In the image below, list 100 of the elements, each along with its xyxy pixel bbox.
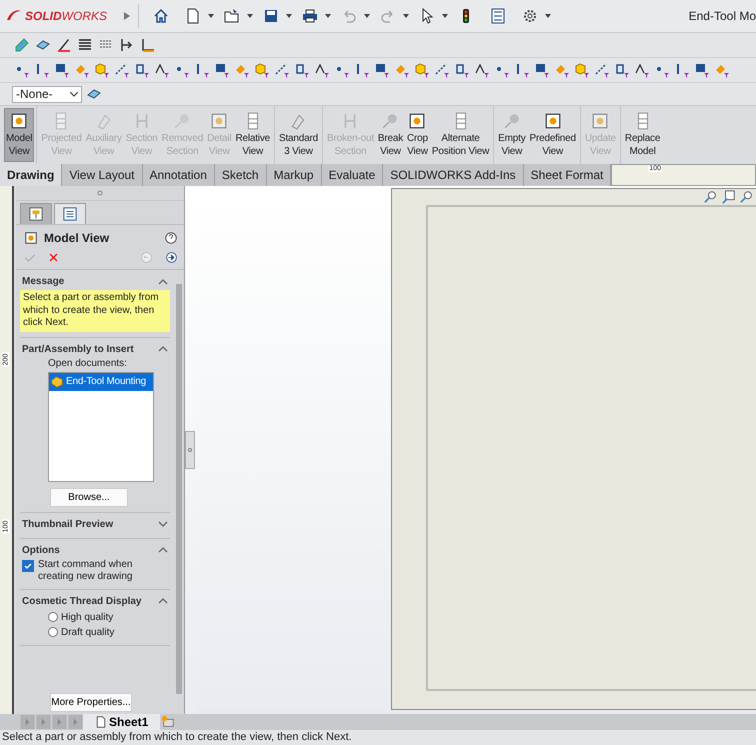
command-button[interactable]: Relative View [233, 108, 272, 162]
command-button[interactable]: Break View [376, 108, 406, 162]
selection-filter-icon[interactable] [394, 62, 410, 78]
add-sheet-icon[interactable] [160, 715, 176, 729]
caret-icon[interactable] [545, 14, 551, 18]
selection-filter-icon[interactable] [154, 62, 170, 78]
corner-icon[interactable] [140, 37, 156, 53]
more-properties-button[interactable]: More Properties... [50, 693, 132, 712]
radio-button[interactable] [48, 627, 58, 637]
view-icon [10, 112, 28, 130]
command-button[interactable]: Standard 3 View [276, 108, 320, 162]
next-icon[interactable] [165, 251, 178, 264]
selection-filter-icon[interactable] [714, 62, 730, 78]
open-folder-icon[interactable] [224, 8, 240, 24]
selection-filter-icon[interactable] [454, 62, 470, 78]
caret-icon[interactable] [208, 14, 214, 18]
grip-icon[interactable] [97, 190, 103, 196]
chevron-icon[interactable] [158, 547, 168, 553]
caret-icon[interactable] [247, 14, 253, 18]
selection-filter-icon[interactable] [574, 62, 590, 78]
selection-filter-icon[interactable] [234, 62, 250, 78]
tab[interactable]: View Layout [62, 164, 142, 186]
selection-filter-icon[interactable] [74, 62, 90, 78]
selection-filter-icon[interactable] [194, 62, 210, 78]
scrollbar[interactable] [176, 284, 182, 694]
command-button[interactable]: Predefined View [528, 108, 578, 162]
selection-filter-icon[interactable] [134, 62, 150, 78]
radio-button[interactable] [48, 612, 58, 622]
new-document-icon[interactable] [185, 8, 201, 24]
arrow-icon[interactable] [119, 37, 135, 53]
print-icon[interactable] [302, 8, 318, 24]
settings-icon[interactable] [522, 8, 538, 24]
cancel-icon[interactable] [48, 252, 59, 263]
selection-filter-icon[interactable] [354, 62, 370, 78]
checkbox-label: Start command when creating new drawing [38, 558, 134, 584]
radio-label: High quality [61, 612, 114, 622]
field-label: Open documents: [47, 358, 128, 368]
tab[interactable]: Sketch [214, 164, 267, 186]
view-icon [544, 112, 562, 130]
sheet-tab[interactable]: Sheet1 [83, 714, 160, 730]
selection-filter-icon[interactable] [414, 62, 430, 78]
selection-filter-icon[interactable] [274, 62, 290, 78]
view-icon [173, 112, 192, 130]
expand-arrow-icon[interactable] [124, 12, 130, 20]
zoom-to-fit-icon[interactable] [722, 190, 736, 204]
section-title: Cosmetic Thread Display [22, 596, 142, 606]
caret-icon[interactable] [286, 14, 292, 18]
selection-filter-icon[interactable] [374, 62, 390, 78]
chevron-icon[interactable] [158, 598, 168, 604]
selection-filter-icon[interactable] [534, 62, 550, 78]
zoom-icon[interactable] [740, 190, 754, 204]
command-button[interactable]: Alternate Position View [430, 108, 492, 162]
caret-icon[interactable] [403, 14, 409, 18]
selection-filter-icon[interactable] [674, 62, 690, 78]
chevron-icon[interactable] [158, 346, 168, 352]
panel-tab[interactable] [20, 203, 52, 224]
document-item[interactable]: End-Tool Mounting [49, 372, 153, 390]
selection-filter-icon[interactable] [214, 62, 230, 78]
configuration-dropdown[interactable]: -None- [12, 86, 82, 102]
selection-filter-icon[interactable] [694, 62, 710, 78]
caret-icon[interactable] [442, 14, 448, 18]
command-button[interactable]: Replace Model [622, 108, 662, 162]
selection-filter-icon[interactable] [634, 62, 650, 78]
chevron-icon[interactable] [158, 278, 168, 284]
selection-filter-icon[interactable] [614, 62, 630, 78]
grip-icon[interactable] [188, 448, 192, 452]
panel-title: Model View [44, 231, 110, 245]
command-button[interactable]: Model View [4, 108, 34, 162]
tab[interactable]: SOLIDWORKS Add-Ins [383, 164, 524, 186]
command-button[interactable]: Empty View [496, 108, 528, 162]
selection-filter-icon[interactable] [294, 62, 310, 78]
home-icon[interactable] [153, 8, 169, 24]
tab[interactable]: Sheet Format [524, 164, 612, 186]
selection-filter-icon[interactable] [94, 62, 110, 78]
selection-filter-icon[interactable] [314, 62, 330, 78]
view-icon [289, 112, 308, 130]
filter-icon[interactable] [54, 62, 70, 78]
save-icon[interactable] [263, 8, 279, 24]
tab[interactable]: Evaluate [322, 164, 384, 186]
selection-filter-icon[interactable] [554, 62, 570, 78]
selection-filter-icon[interactable] [594, 62, 610, 78]
selection-filter-icon[interactable] [434, 62, 450, 78]
selection-filter-icon[interactable] [474, 62, 490, 78]
caret-icon[interactable] [364, 14, 370, 18]
selection-filter-icon[interactable] [254, 62, 270, 78]
chevron-icon[interactable] [158, 521, 168, 527]
help-icon[interactable] [164, 231, 178, 245]
splitter-handle[interactable] [185, 431, 195, 469]
line-thickness-icon[interactable] [77, 37, 93, 53]
tab[interactable]: Markup [266, 164, 322, 186]
caret-icon[interactable] [325, 14, 331, 18]
tab[interactable]: Annotation [142, 164, 215, 186]
checkbox[interactable] [22, 560, 34, 572]
command-button[interactable]: Crop View [405, 108, 430, 162]
zoom-icon[interactable] [704, 190, 718, 204]
browse-button[interactable]: Browse... [50, 488, 128, 506]
selection-filter-icon[interactable] [514, 62, 530, 78]
panel-tab[interactable] [54, 203, 86, 224]
selection-filter-icon[interactable] [114, 62, 130, 78]
filter-icon[interactable] [34, 62, 50, 78]
